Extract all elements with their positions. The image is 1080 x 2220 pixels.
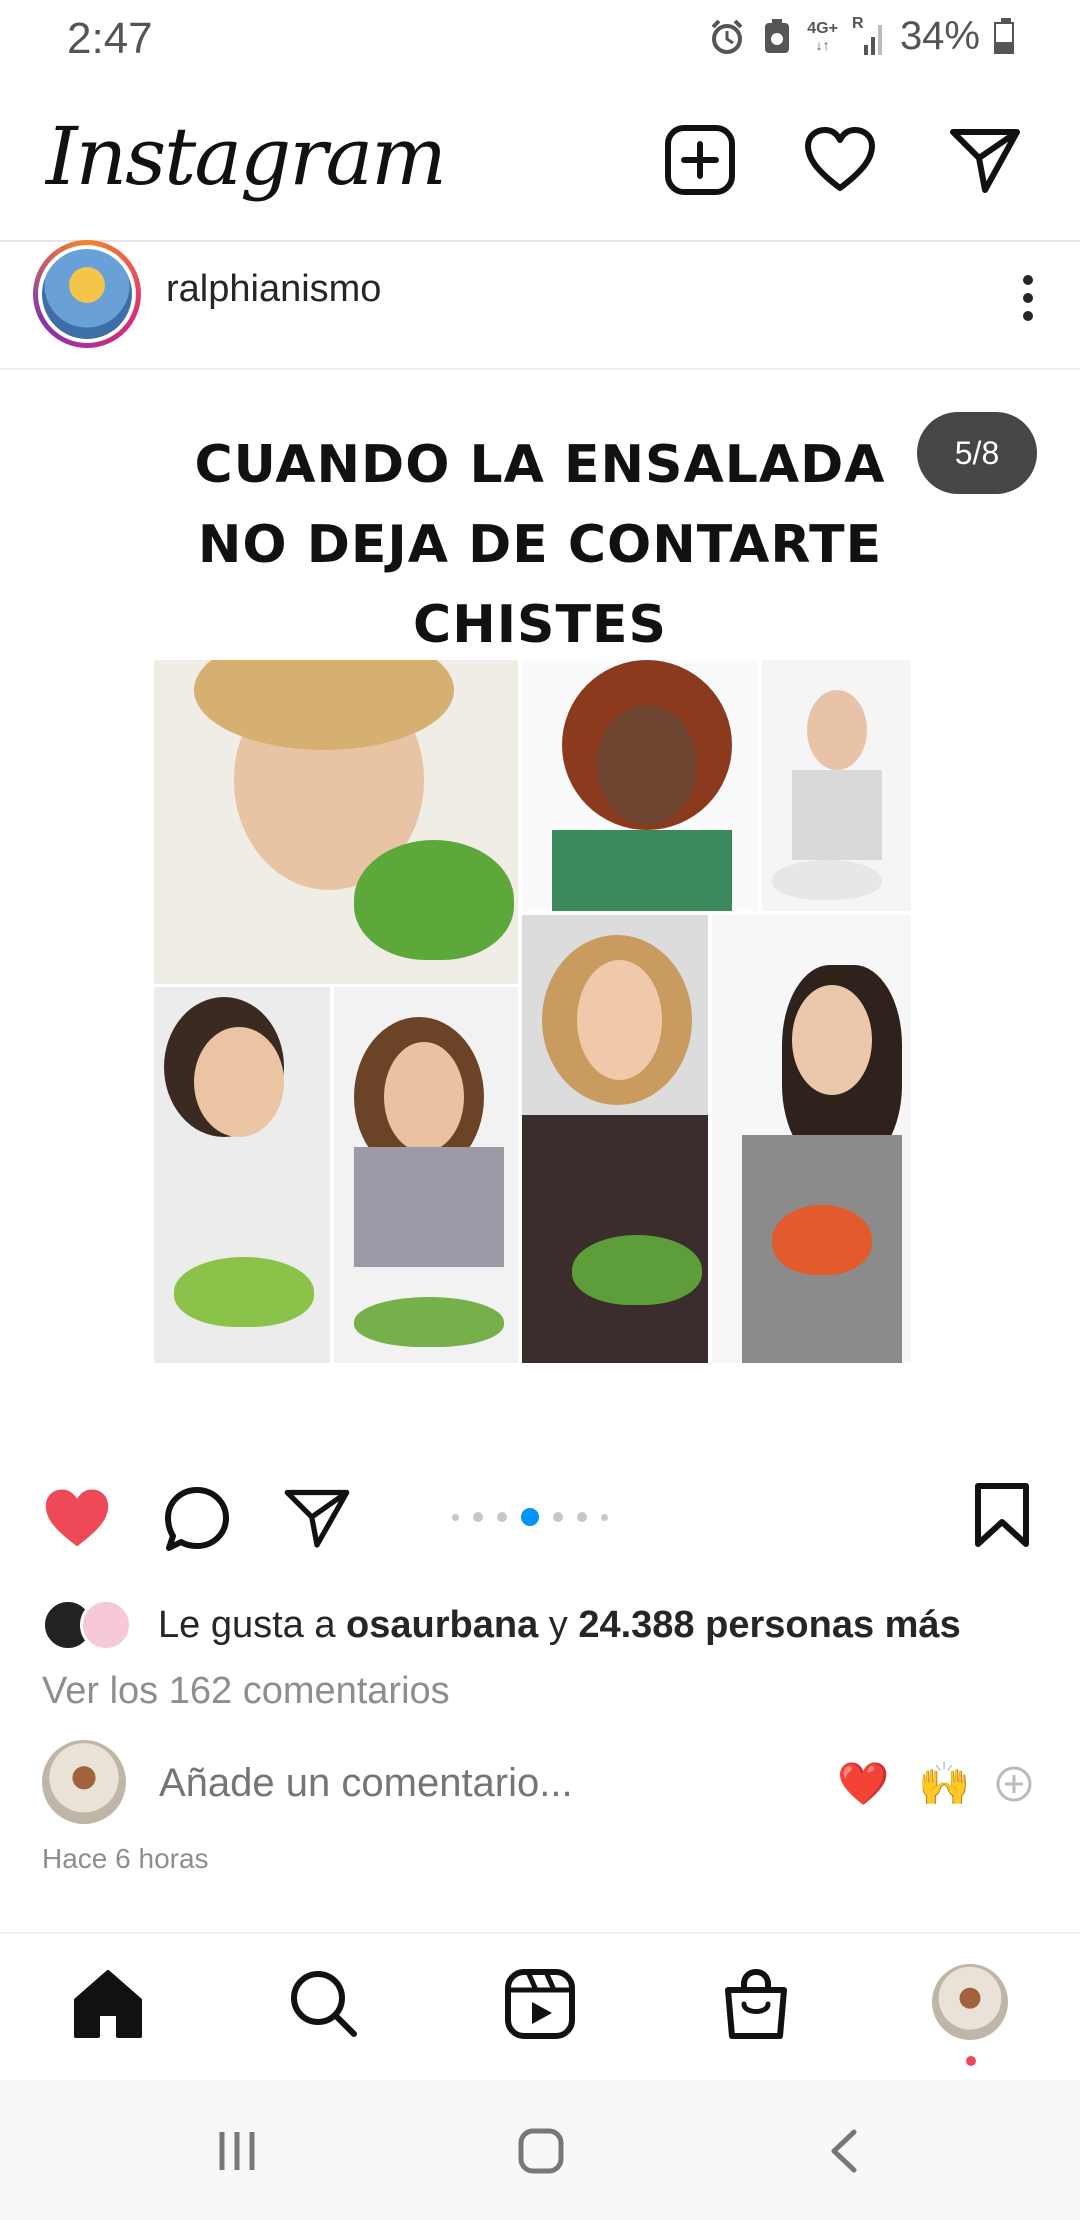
current-user-avatar (42, 1740, 126, 1824)
app-header: Instagram (0, 80, 1080, 242)
alarm-icon (711, 19, 743, 54)
direct-messages-icon[interactable] (945, 120, 1025, 200)
profile-avatar[interactable] (932, 1964, 1008, 2040)
shop-icon[interactable] (716, 1964, 796, 2044)
bottom-navigation (0, 1932, 1080, 2074)
instagram-logo[interactable]: Instagram (46, 110, 447, 203)
battery-icon (994, 17, 1018, 56)
add-reaction-icon[interactable] (994, 1764, 1034, 1804)
likes-summary[interactable]: Le gusta a osaurbana y 24.388 personas m… (42, 1595, 961, 1655)
quick-reaction-raised-hands[interactable]: 🙌 (918, 1760, 970, 1809)
like-heart-icon[interactable] (40, 1484, 114, 1550)
comment-icon[interactable] (162, 1484, 232, 1554)
recent-apps-icon[interactable] (212, 2126, 262, 2176)
home-button-icon[interactable] (516, 2126, 566, 2176)
back-icon[interactable] (820, 2126, 870, 2176)
comment-input[interactable] (157, 1760, 676, 1807)
share-icon[interactable] (282, 1484, 352, 1550)
status-icons: 4G+ ↓↑ R 34% (707, 14, 1018, 59)
carousel-counter: 5/8 (917, 412, 1037, 494)
status-bar: 2:47 4G+ ↓↑ R 34% (0, 0, 1080, 75)
liker-avatar (80, 1599, 132, 1651)
likes-text: Le gusta a osaurbana y 24.388 personas m… (158, 1603, 961, 1646)
battery-percent: 34% (899, 14, 980, 58)
status-time: 2:47 (67, 14, 153, 63)
system-navigation-bar (0, 2080, 1080, 2220)
save-bookmark-icon[interactable] (972, 1482, 1032, 1548)
data-saver-icon (765, 18, 790, 53)
collage-photo (332, 985, 520, 1365)
collage-photo (152, 985, 332, 1365)
liked-by-username[interactable]: osaurbana (346, 1604, 538, 1646)
collage-photo (710, 913, 913, 1365)
activity-heart-icon[interactable] (800, 120, 880, 200)
quick-reaction-heart[interactable]: ❤️ (837, 1760, 889, 1809)
likes-count[interactable]: 24.388 personas más (578, 1604, 960, 1646)
carousel-dots (452, 1508, 608, 1526)
post-actions (0, 1470, 1080, 1560)
collage-photo (520, 658, 760, 913)
add-comment-row: ❤️ 🙌 (42, 1740, 1042, 1830)
collage-photo (152, 658, 520, 986)
home-icon[interactable] (68, 1964, 148, 2044)
post-image[interactable]: CUANDO LA ENSALADA NO DEJA DE CONTARTE C… (0, 370, 1080, 1445)
notification-dot (966, 2056, 976, 2066)
post-author-username[interactable]: ralphianismo (166, 268, 381, 311)
collage-photo (520, 913, 710, 1365)
search-icon[interactable] (284, 1964, 364, 2044)
new-post-icon[interactable] (660, 120, 740, 200)
more-options-icon[interactable] (1018, 268, 1038, 328)
collage-photo (760, 658, 913, 913)
post-timestamp: Hace 6 horas (42, 1843, 209, 1874)
post-author-avatar[interactable] (33, 240, 141, 348)
view-comments-link[interactable]: Ver los 162 comentarios (42, 1670, 450, 1713)
signal-icon: R (852, 15, 886, 57)
reels-icon[interactable] (500, 1964, 580, 2044)
network-type: 4G+ ↓↑ (807, 19, 838, 53)
